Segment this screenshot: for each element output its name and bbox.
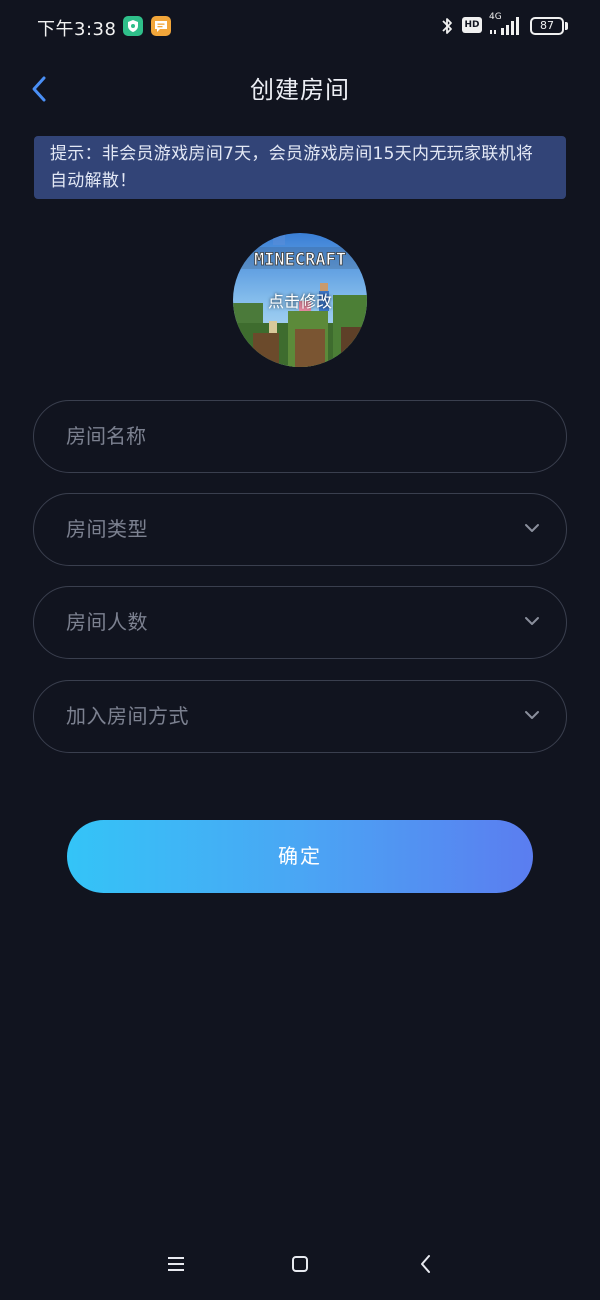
room-name-input[interactable] <box>66 401 506 471</box>
home-button[interactable] <box>284 1248 316 1280</box>
room-name-field[interactable] <box>33 400 567 473</box>
shield-notification-icon <box>123 16 143 36</box>
chevron-down-icon <box>525 524 539 532</box>
hd-icon: HD <box>462 17 482 33</box>
page-title: 创建房间 <box>250 76 350 104</box>
join-method-label: 加入房间方式 <box>66 704 189 728</box>
battery-tip <box>565 22 568 30</box>
battery-icon: 87 <box>530 17 564 35</box>
status-bar: 下午3:38 HD 4G 87 <box>0 0 600 54</box>
confirm-button[interactable]: 确定 <box>67 820 533 893</box>
back-button[interactable] <box>26 72 58 108</box>
chevron-down-icon <box>525 617 539 625</box>
room-size-label: 房间人数 <box>66 610 148 634</box>
notice-text: 提示：非会员游戏房间7天，会员游戏房间15天内无玩家联机将自动解散！ <box>50 144 534 191</box>
room-type-select[interactable]: 房间类型 <box>33 493 567 566</box>
home-icon <box>292 1256 308 1272</box>
signal-icon <box>490 17 519 35</box>
bluetooth-icon <box>442 18 452 34</box>
status-time: 下午3:38 <box>37 19 117 40</box>
avatar-edit-caption: 点击修改 <box>267 292 332 311</box>
room-type-label: 房间类型 <box>66 517 148 541</box>
chat-notification-icon <box>151 16 171 36</box>
notice-banner: 提示：非会员游戏房间7天，会员游戏房间15天内无玩家联机将自动解散！ <box>34 136 566 199</box>
create-room-screen: 下午3:38 HD 4G 87 创建房间 提示：非会员游戏房间7天，会员游戏房间… <box>0 0 600 1300</box>
menu-button[interactable] <box>160 1248 192 1280</box>
menu-icon <box>168 1257 184 1271</box>
minecraft-logo-text: MINECRAFT <box>254 250 346 270</box>
chevron-left-icon <box>32 76 46 102</box>
room-size-select[interactable]: 房间人数 <box>33 586 567 659</box>
back-icon <box>421 1255 430 1273</box>
join-method-select[interactable]: 加入房间方式 <box>33 680 567 753</box>
chevron-down-icon <box>525 711 539 719</box>
room-avatar[interactable]: MINECRAFT 点击修改 <box>233 233 367 367</box>
system-back-button[interactable] <box>410 1248 442 1280</box>
